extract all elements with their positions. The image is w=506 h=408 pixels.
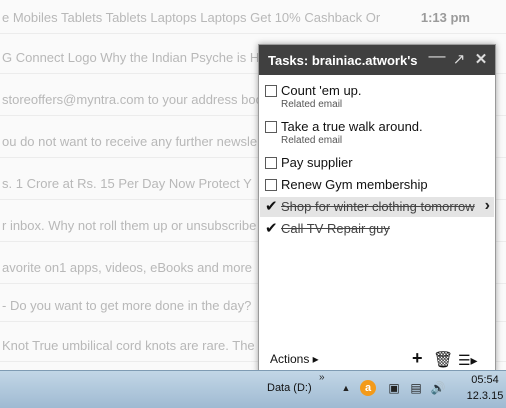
email-snippet: - Do you want to get more done in the da… <box>2 298 252 313</box>
avast-icon[interactable]: a <box>360 380 376 396</box>
checkmark-icon[interactable]: ✔ <box>265 197 278 215</box>
network-icon[interactable]: ▤ <box>408 380 424 396</box>
task-item[interactable]: Take a true walk around. Related email <box>265 119 493 149</box>
tasks-panel: Tasks: brainiac.atwork's ... — ↗ ✕ Count… <box>258 44 496 374</box>
device-icon[interactable]: ▣ <box>386 380 402 396</box>
task-title[interactable]: Take a true walk around. <box>281 119 423 134</box>
task-checkbox[interactable] <box>265 157 277 169</box>
task-checkbox[interactable] <box>265 85 277 97</box>
task-item[interactable]: Renew Gym membership <box>265 177 493 193</box>
email-snippet: s. 1 Crore at Rs. 15 Per Day Now Protect… <box>2 176 252 191</box>
add-task-icon[interactable]: + <box>412 348 423 369</box>
task-title[interactable]: Pay supplier <box>281 155 353 170</box>
task-related-email-link[interactable]: Related email <box>281 99 342 110</box>
volume-icon[interactable]: 🔊 <box>430 380 446 396</box>
task-title[interactable]: Shop for winter clothing tomorrow <box>281 199 475 214</box>
task-item[interactable]: Count 'em up. Related email <box>265 83 493 113</box>
taskbar: Data (D:) » ▲ a ▣ ▤ 🔊 05:54 12.3.15 <box>0 370 506 408</box>
email-snippet: Knot True umbilical cord knots are rare.… <box>2 338 255 353</box>
email-time: 1:13 pm <box>420 10 470 25</box>
task-related-email-link[interactable]: Related email <box>281 135 342 146</box>
task-checkbox[interactable] <box>265 179 277 191</box>
task-item[interactable]: Pay supplier <box>265 155 493 171</box>
popout-icon[interactable]: ↗ <box>449 49 469 71</box>
task-title[interactable]: Count 'em up. <box>281 83 362 98</box>
task-details-arrow-icon[interactable]: › <box>485 197 490 215</box>
chevron-double-icon[interactable]: » <box>319 372 325 383</box>
email-snippet: r inbox. Why not roll them up or unsubsc… <box>2 218 257 233</box>
checkmark-icon[interactable]: ✔ <box>265 219 278 237</box>
list-menu-icon[interactable]: ☰▸ <box>458 352 478 369</box>
email-snippet: G Connect Logo Why the Indian Psyche is … <box>2 50 260 65</box>
task-title[interactable]: Renew Gym membership <box>281 177 428 192</box>
email-snippet: e Mobiles Tablets Tablets Laptops Laptop… <box>2 10 381 25</box>
minimize-icon[interactable]: — <box>427 47 447 71</box>
tasks-header[interactable]: Tasks: brainiac.atwork's ... — ↗ ✕ <box>259 45 495 75</box>
clock-time[interactable]: 05:54 <box>466 374 504 386</box>
show-hidden-icons-icon[interactable]: ▲ <box>338 380 354 396</box>
email-row[interactable]: e Mobiles Tablets Tablets Laptops Laptop… <box>0 0 506 34</box>
email-snippet: storeoffers@myntra.com to your address b… <box>2 92 263 107</box>
clock-date[interactable]: 12.3.15 <box>466 390 504 402</box>
task-checkbox[interactable] <box>265 121 277 133</box>
email-snippet: avorite on1 apps, videos, eBooks and mor… <box>2 260 253 275</box>
task-item-selected[interactable]: ✔ Shop for winter clothing tomorrow › <box>260 197 494 217</box>
email-snippet: ou do not want to receive any further ne… <box>2 134 258 149</box>
tasks-title: Tasks: brainiac.atwork's ... <box>268 53 418 68</box>
task-title[interactable]: Call TV Repair guy <box>281 221 390 236</box>
trash-icon[interactable]: 🗑 <box>433 350 453 370</box>
actions-menu-button[interactable]: Actions ▸ <box>270 352 319 366</box>
drive-label[interactable]: Data (D:) <box>267 382 312 394</box>
close-icon[interactable]: ✕ <box>471 49 491 71</box>
task-item[interactable]: ✔ Call TV Repair guy <box>265 219 493 237</box>
